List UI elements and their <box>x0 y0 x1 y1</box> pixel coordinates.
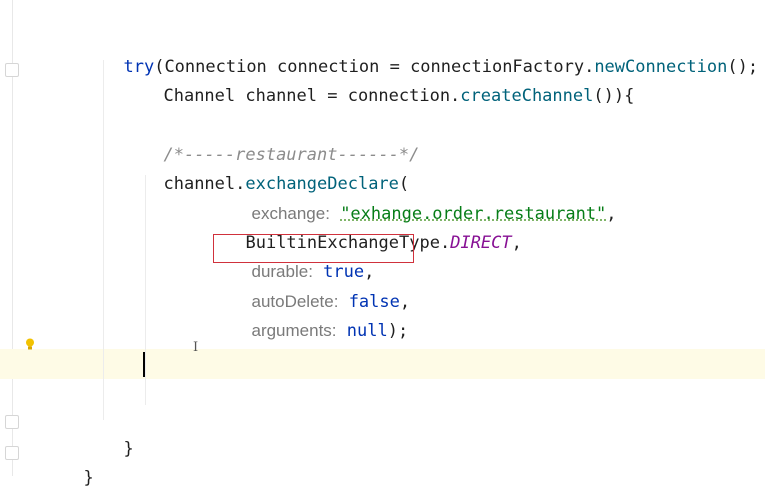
fold-marker-icon[interactable] <box>5 415 19 429</box>
fold-marker-icon[interactable] <box>5 63 19 77</box>
code-text: , <box>606 204 617 224</box>
lightbulb-icon[interactable] <box>25 338 35 350</box>
code-text: } <box>123 439 134 459</box>
code-text: , <box>511 233 522 253</box>
code-line-arguments-arg[interactable]: arguments: null); <box>231 295 408 343</box>
text-cursor-icon: I <box>193 340 199 355</box>
indent-guide <box>145 175 146 405</box>
code-text: } <box>83 468 94 488</box>
code-line-close-brace-outer[interactable]: } <box>63 442 94 490</box>
param-hint-arguments: arguments: <box>251 321 337 340</box>
code-line-2[interactable]: Channel channel = connection.createChann… <box>143 60 634 108</box>
code-text: (); <box>727 57 759 77</box>
code-line-close-brace[interactable]: } <box>103 413 134 461</box>
enum-constant: DIRECT <box>450 233 512 253</box>
current-line-highlight <box>0 349 765 379</box>
code-text: ); <box>387 321 409 341</box>
indent-guide <box>103 60 104 420</box>
code-text: Channel channel = connection. <box>163 86 461 106</box>
fold-marker-icon[interactable] <box>5 446 19 460</box>
method-createChannel: createChannel <box>460 86 594 106</box>
null-literal: null <box>346 321 388 341</box>
code-text: ()){ <box>593 86 635 106</box>
text-caret <box>143 352 145 377</box>
